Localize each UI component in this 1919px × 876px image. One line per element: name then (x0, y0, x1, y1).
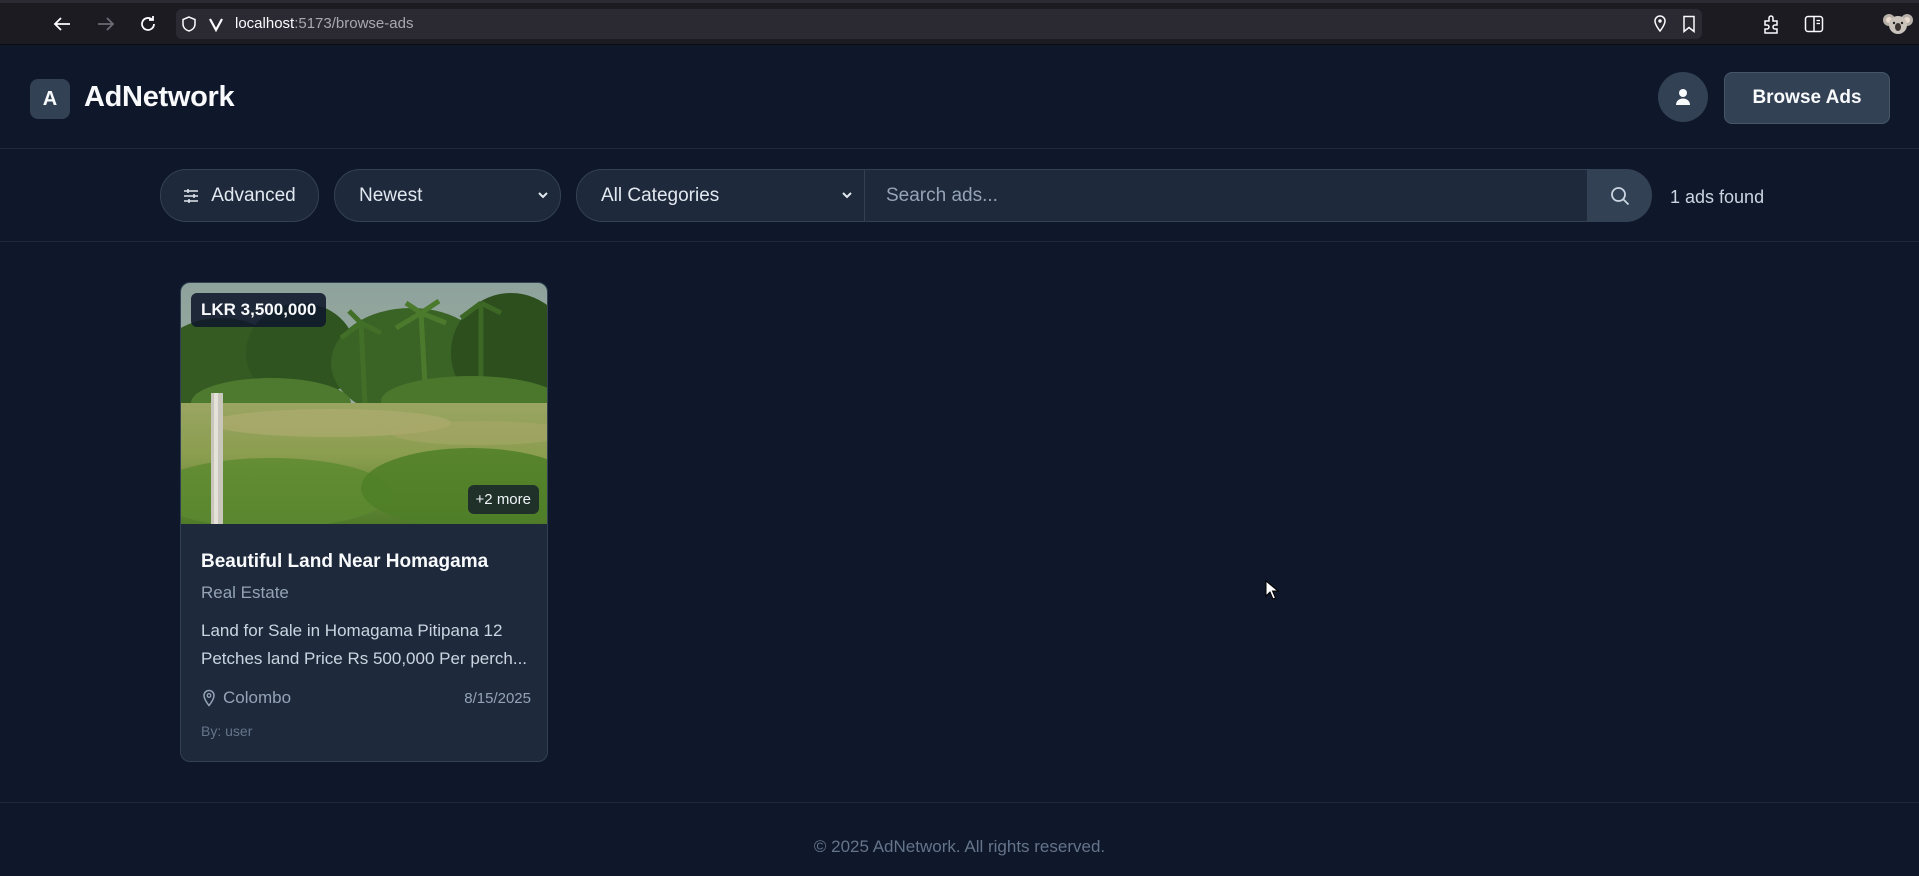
ad-description: Land for Sale in Homagama Pitipana 12 Pe… (201, 621, 528, 668)
ad-image[interactable]: LKR 3,500,000 +2 more (181, 283, 547, 524)
sidebar-icon[interactable] (1802, 12, 1826, 36)
tab-strip-edge (0, 0, 1919, 3)
profile-button[interactable] (1658, 72, 1708, 122)
reload-icon[interactable] (136, 12, 160, 36)
extensions-icon[interactable] (1760, 12, 1784, 36)
ad-category: Real Estate (201, 583, 289, 602)
site-icon (204, 12, 228, 36)
url-text[interactable]: localhost:5173/browse-ads (235, 15, 413, 32)
url-host: localhost (235, 15, 295, 32)
advanced-filters-button[interactable]: Advanced (160, 169, 319, 222)
ad-author: By: user (201, 723, 253, 739)
browser-toolbar: localhost:5173/browse-ads (0, 0, 1919, 45)
url-path: :5173/browse-ads (294, 15, 414, 32)
user-icon (1676, 89, 1690, 105)
app-header: A AdNetwork Browse Ads (0, 45, 1919, 149)
price-badge: LKR 3,500,000 (191, 293, 327, 327)
sort-value: Newest (359, 184, 423, 206)
ad-card[interactable]: LKR 3,500,000 +2 more Beautiful Land Nea… (180, 282, 548, 762)
ad-location: Colombo (201, 688, 291, 708)
ad-location-text: Colombo (223, 688, 292, 707)
logo[interactable]: A (30, 79, 70, 119)
koala-avatar-icon[interactable] (1882, 12, 1914, 36)
ad-title[interactable]: Beautiful Land Near Homagama (201, 551, 488, 573)
category-value: All Categories (601, 184, 720, 206)
chevron-down-icon (842, 192, 852, 199)
category-select[interactable]: All Categories (576, 169, 865, 222)
sort-select[interactable]: Newest (334, 169, 561, 222)
location-pin-icon[interactable] (1648, 12, 1672, 36)
forward-arrow-icon[interactable] (94, 12, 118, 36)
filter-bar: Advanced Newest All Categories Search ad… (0, 150, 1919, 242)
results-count: 1 ads found (1670, 187, 1765, 207)
shield-icon[interactable] (177, 12, 201, 36)
sliders-icon (184, 188, 199, 203)
browse-ads-button[interactable]: Browse Ads (1724, 72, 1890, 124)
more-images-badge: +2 more (467, 485, 539, 514)
ad-date: 8/15/2025 (464, 690, 531, 707)
brand-name[interactable]: AdNetwork (84, 81, 235, 114)
search-placeholder: Search ads... (886, 184, 998, 206)
bookmark-icon[interactable] (1677, 12, 1701, 36)
footer: © 2025 AdNetwork. All rights reserved. (0, 802, 1919, 876)
advanced-label: Advanced (211, 184, 296, 206)
chevron-down-icon (538, 192, 548, 199)
search-input[interactable]: Search ads... (865, 169, 1588, 222)
copyright-text: © 2025 AdNetwork. All rights reserved. (813, 837, 1106, 856)
mouse-cursor-icon (1265, 579, 1280, 605)
back-arrow-icon[interactable] (50, 12, 74, 36)
map-pin-icon (203, 689, 215, 707)
search-icon (1611, 186, 1630, 205)
search-button[interactable] (1588, 169, 1652, 222)
